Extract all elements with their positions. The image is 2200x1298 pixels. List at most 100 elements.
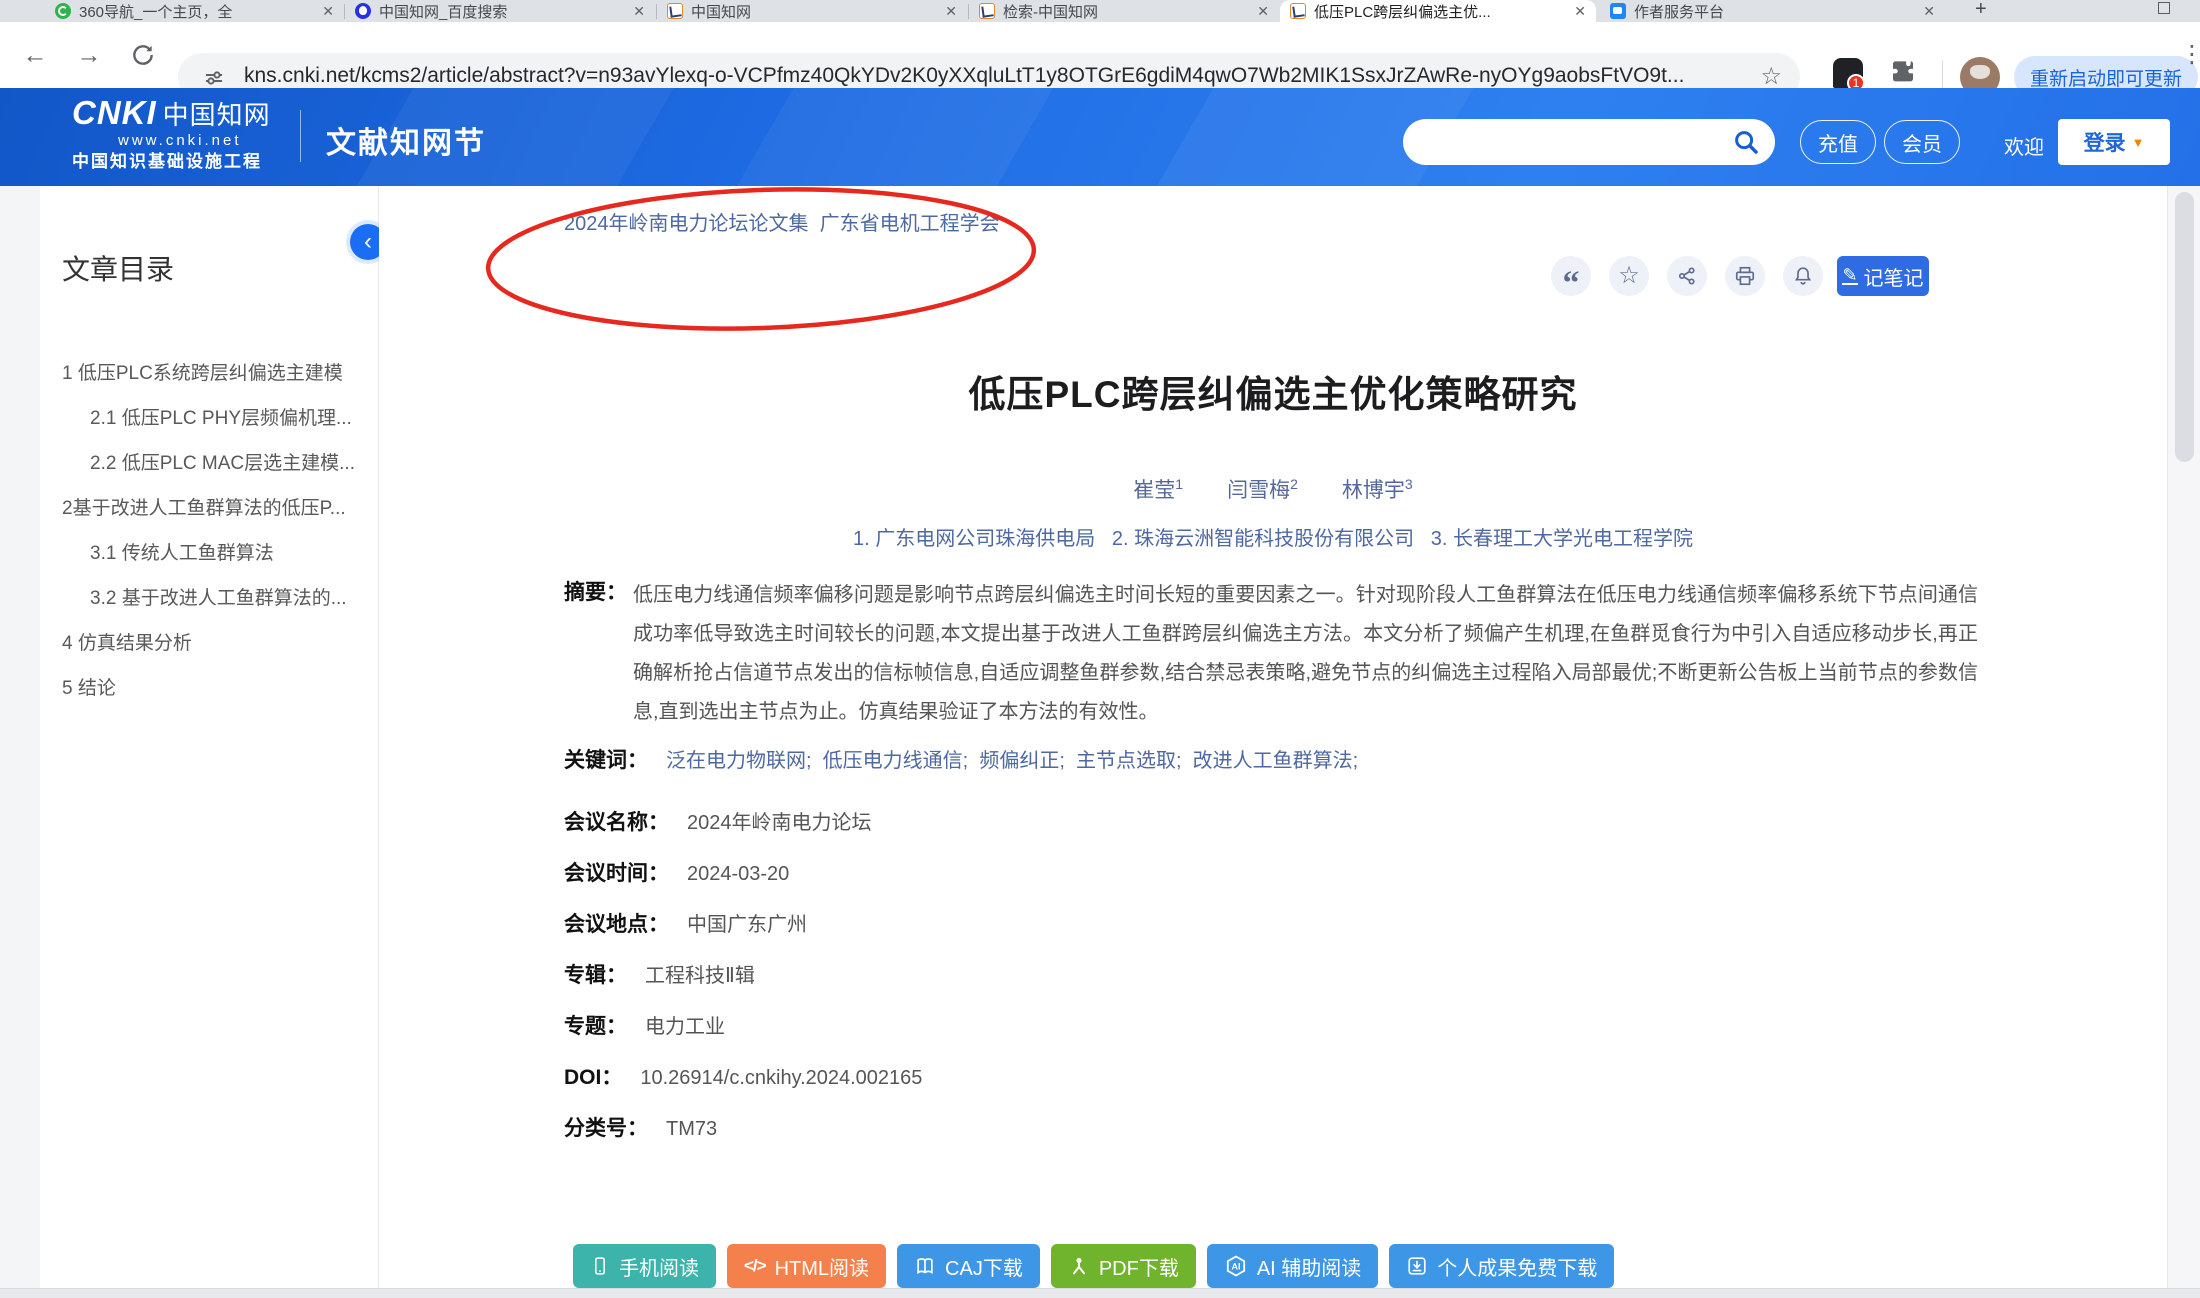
code-icon: </> bbox=[744, 1256, 766, 1276]
phone-icon bbox=[590, 1256, 610, 1276]
cnki-site-header: CNKI中国知网 www.cnki.net 中国知识基础设施工程 文献知网节 充… bbox=[0, 88, 2200, 186]
browser-tab[interactable]: 检索-中国知网 ✕ bbox=[969, 0, 1279, 22]
toc-item[interactable]: 3.2 基于改进人工鱼群算法的... bbox=[90, 583, 347, 610]
author-link[interactable]: 闫雪梅2 bbox=[1227, 474, 1298, 504]
cnki-icon bbox=[979, 3, 995, 19]
keywords-row: 关键词： 泛在电力物联网; 低压电力线通信; 频偏纠正; 主节点选取; 改进人工鱼… bbox=[564, 744, 1358, 774]
browser-tab[interactable]: 中国知网 ✕ bbox=[657, 0, 967, 22]
back-button[interactable]: ← bbox=[16, 36, 54, 74]
scrollbar-thumb[interactable] bbox=[2175, 192, 2194, 462]
tab-label: 作者服务平台 bbox=[1634, 1, 1915, 22]
keywords-label: 关键词： bbox=[564, 749, 648, 772]
reload-icon bbox=[130, 42, 156, 68]
browser-window: 360导航_一个主页，全 ✕ 中国知网_百度搜索 ✕ 中国知网 ✕ 检索-中国知… bbox=[0, 0, 2200, 1297]
recharge-button[interactable]: 充值 bbox=[1800, 120, 1876, 164]
logo-url: www.cnki.net bbox=[118, 132, 271, 150]
tab-close-icon[interactable]: ✕ bbox=[945, 3, 957, 20]
share-button[interactable] bbox=[1667, 256, 1707, 296]
article-action-row: “ ☆ bbox=[1551, 256, 1823, 296]
author-link[interactable]: 林博宇3 bbox=[1342, 474, 1413, 504]
header-search-box[interactable] bbox=[1403, 119, 1775, 165]
download-bar: 手机阅读 </> HTML阅读 CAJ下载 PDF下载 bbox=[573, 1244, 1614, 1288]
meta-row-conference-place: 会议地点：中国广东广州 bbox=[564, 908, 807, 938]
window-control-icon[interactable] bbox=[2158, 2, 2170, 14]
mobile-read-button[interactable]: 手机阅读 bbox=[573, 1244, 716, 1288]
article-abstract-panel: 2024年岭南电力论坛论文集 广东省电机工程学会 “ ☆ bbox=[379, 186, 2167, 1297]
tab-label: 检索-中国知网 bbox=[1003, 1, 1249, 22]
toc-item[interactable]: 2.1 低压PLC PHY层频偏机理... bbox=[90, 403, 352, 430]
browser-tab[interactable]: 360导航_一个主页，全 ✕ bbox=[45, 0, 344, 22]
article-title: 低压PLC跨层纠偏选主优化策略研究 bbox=[379, 364, 2167, 418]
url-text[interactable]: kns.cnki.net/kcms2/article/abstract?v=n9… bbox=[244, 64, 1724, 88]
favorite-button[interactable]: ☆ bbox=[1609, 256, 1649, 296]
toc-item[interactable]: 3.1 传统人工鱼群算法 bbox=[90, 538, 274, 565]
member-button[interactable]: 会员 bbox=[1884, 120, 1960, 164]
star-icon: ☆ bbox=[1618, 261, 1640, 290]
reload-button[interactable] bbox=[124, 36, 162, 74]
search-input[interactable] bbox=[1423, 127, 1727, 159]
personal-free-download-button[interactable]: 个人成果免费下载 bbox=[1389, 1244, 1614, 1288]
print-button[interactable] bbox=[1725, 256, 1765, 296]
extensions-puzzle-icon[interactable] bbox=[1888, 57, 1918, 87]
new-tab-button[interactable]: + bbox=[1975, 0, 1987, 21]
login-button[interactable]: 登录 ▼ bbox=[2058, 119, 2170, 165]
browser-tab-active[interactable]: 低压PLC跨层纠偏选主优... ✕ bbox=[1280, 0, 1596, 22]
meta-row-series: 专辑：工程科技Ⅱ辑 bbox=[564, 959, 755, 989]
toc-title: 文章目录 bbox=[62, 248, 174, 288]
abstract-label: 摘要： bbox=[564, 576, 627, 606]
author-link[interactable]: 崔莹1 bbox=[1133, 474, 1183, 504]
tab-close-icon[interactable]: ✕ bbox=[1257, 3, 1269, 20]
tab-close-icon[interactable]: ✕ bbox=[633, 3, 645, 20]
scrollbar-track[interactable] bbox=[2167, 186, 2200, 1297]
logo-script: 中国知网 bbox=[163, 100, 271, 130]
keyword-links[interactable]: 泛在电力物联网; 低压电力线通信; 频偏纠正; 主节点选取; 改进人工鱼群算法; bbox=[666, 750, 1358, 772]
toc-item[interactable]: 4 仿真结果分析 bbox=[62, 628, 192, 655]
proceedings-source-link[interactable]: 2024年岭南电力论坛论文集 广东省电机工程学会 bbox=[564, 207, 1000, 236]
alert-button[interactable] bbox=[1783, 256, 1823, 296]
bookmark-star-icon[interactable]: ☆ bbox=[1760, 62, 1782, 91]
toc-item[interactable]: 1 低压PLC系统跨层纠偏选主建模 bbox=[62, 358, 343, 385]
svg-text:AI: AI bbox=[1231, 1262, 1240, 1272]
page-title: 文献知网节 bbox=[326, 118, 486, 162]
meta-row-subject: 专题：电力工业 bbox=[564, 1010, 725, 1040]
printer-icon bbox=[1734, 265, 1756, 287]
html-read-button[interactable]: </> HTML阅读 bbox=[727, 1244, 886, 1288]
extension-icon[interactable]: 1 bbox=[1833, 58, 1863, 88]
tab-strip: 360导航_一个主页，全 ✕ 中国知网_百度搜索 ✕ 中国知网 ✕ 检索-中国知… bbox=[0, 0, 2200, 22]
logo-latin: CNKI bbox=[72, 94, 157, 131]
bell-icon bbox=[1792, 265, 1814, 287]
toc-item[interactable]: 5 结论 bbox=[62, 673, 116, 700]
share-icon bbox=[1676, 265, 1698, 287]
tab-close-icon[interactable]: ✕ bbox=[1574, 3, 1586, 20]
cnki-icon bbox=[667, 3, 683, 19]
tab-label: 360导航_一个主页，全 bbox=[79, 1, 314, 22]
pdf-download-button[interactable]: PDF下载 bbox=[1051, 1244, 1196, 1288]
menu-kebab-icon[interactable]: ⋮ bbox=[2180, 40, 2200, 69]
meta-row-conference-name: 会议名称：2024年岭南电力论坛 bbox=[564, 806, 872, 836]
toc-item[interactable]: 2.2 低压PLC MAC层选主建模... bbox=[90, 448, 355, 475]
cite-button[interactable]: “ bbox=[1551, 256, 1591, 296]
forward-button[interactable]: → bbox=[70, 36, 108, 74]
pencil-icon: ✎ bbox=[1842, 267, 1857, 285]
abstract-text: 低压电力线通信频率偏移问题是影响节点跨层纠偏选主时间长短的重要因素之一。针对现阶… bbox=[633, 576, 1978, 732]
browser-tab[interactable]: 作者服务平台 ✕ bbox=[1600, 0, 1945, 22]
ai-assist-read-button[interactable]: AI AI 辅助阅读 bbox=[1207, 1244, 1378, 1288]
browser-toolbar: ← → kns.cnki.net/kcms2/article/abstract?… bbox=[0, 22, 2200, 88]
logo-subtitle: 中国知识基础设施工程 bbox=[72, 150, 271, 174]
quote-icon: “ bbox=[1563, 279, 1580, 289]
welcome-text: 欢迎 bbox=[2004, 131, 2044, 160]
take-note-button[interactable]: ✎ 记笔记 bbox=[1837, 256, 1929, 296]
site-settings-icon[interactable] bbox=[202, 66, 226, 90]
cnki-icon bbox=[1290, 3, 1306, 19]
browser-tab[interactable]: 中国知网_百度搜索 ✕ bbox=[345, 0, 655, 22]
tab-close-icon[interactable]: ✕ bbox=[322, 3, 334, 20]
header-divider bbox=[300, 110, 301, 162]
author-platform-icon bbox=[1610, 3, 1626, 19]
tab-close-icon[interactable]: ✕ bbox=[1923, 3, 1935, 20]
search-icon[interactable] bbox=[1731, 127, 1761, 157]
cnki-logo[interactable]: CNKI中国知网 www.cnki.net 中国知识基础设施工程 bbox=[72, 96, 271, 174]
toc-item[interactable]: 2基于改进人工鱼群算法的低压P... bbox=[62, 493, 346, 520]
caj-download-button[interactable]: CAJ下载 bbox=[897, 1244, 1040, 1288]
header-stripe bbox=[703, 88, 1076, 186]
meta-row-classification: 分类号：TM73 bbox=[564, 1112, 717, 1142]
